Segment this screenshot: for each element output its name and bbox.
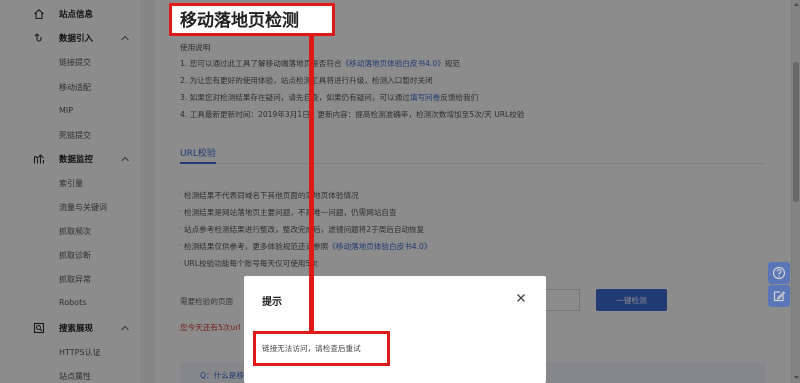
highlighted-page-title: 移动落地页检测 bbox=[180, 11, 299, 31]
annotation-connector-line bbox=[309, 36, 314, 332]
modal-title: 提示 bbox=[262, 297, 282, 308]
feedback-float-button[interactable] bbox=[768, 285, 790, 307]
help-float-button[interactable] bbox=[768, 262, 790, 284]
annotation-message-box bbox=[253, 331, 390, 366]
question-icon bbox=[772, 266, 786, 280]
edit-icon bbox=[773, 291, 786, 302]
alert-modal: 提示 链接无法访问，请检查后重试 bbox=[244, 276, 546, 383]
close-icon[interactable] bbox=[514, 291, 528, 305]
title-highlight-area: 移动落地页检测 bbox=[172, 6, 332, 33]
